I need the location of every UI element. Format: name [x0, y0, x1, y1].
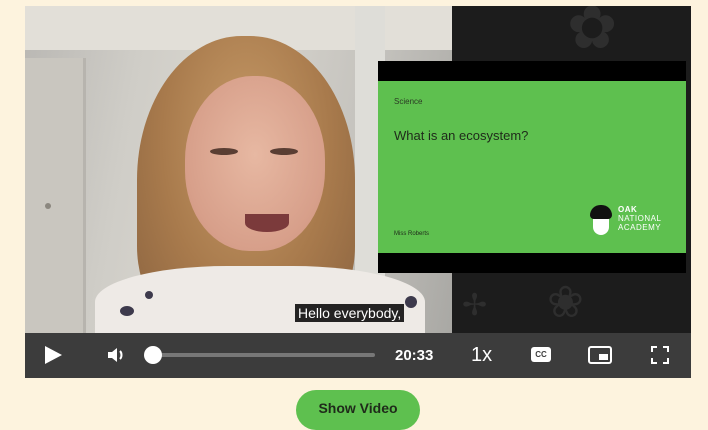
- picture-in-picture-icon[interactable]: [588, 346, 612, 364]
- subtitle-caption: Hello everybody,: [295, 304, 405, 322]
- leaf-doodle-icon: ✿: [567, 6, 618, 61]
- oak-national-academy-logo: OAK NATIONAL ACADEMY: [590, 201, 676, 241]
- video-player[interactable]: ✿ ❀ ✢ Science What is an ecosystem? Miss…: [25, 6, 691, 378]
- time-display: 20:33: [395, 347, 434, 364]
- fullscreen-icon[interactable]: [651, 346, 669, 364]
- lesson-slide: Science What is an ecosystem? Miss Rober…: [378, 61, 686, 273]
- leaf-doodle-icon: ✢: [462, 289, 488, 322]
- progress-bar[interactable]: [153, 353, 375, 357]
- show-video-button[interactable]: Show Video: [296, 390, 420, 430]
- play-button[interactable]: [45, 346, 62, 364]
- slide-title: What is an ecosystem?: [394, 128, 529, 143]
- slide-author: Miss Roberts: [394, 231, 430, 237]
- acorn-icon: [590, 205, 612, 237]
- control-bar: 20:33 1x CC: [25, 333, 691, 378]
- leaf-doodle-icon: ❀: [547, 278, 584, 327]
- progress-scrubber[interactable]: [144, 346, 162, 364]
- playback-speed-button[interactable]: 1x: [471, 344, 492, 367]
- volume-icon[interactable]: [105, 343, 129, 367]
- closed-captions-button[interactable]: CC: [531, 347, 551, 362]
- slide-subject: Science: [394, 97, 423, 106]
